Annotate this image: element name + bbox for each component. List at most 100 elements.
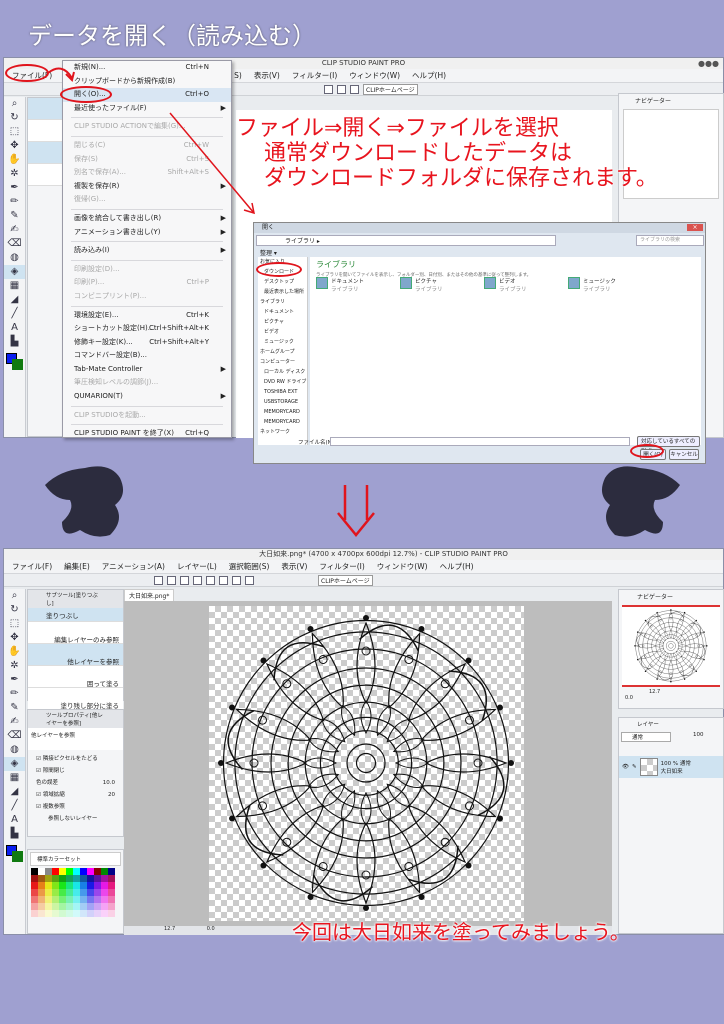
menu-item[interactable]: 表示(V)	[281, 560, 307, 573]
subtool-item[interactable]: 塗りつぶし	[28, 608, 123, 622]
nav-item[interactable]: ドキュメント	[258, 307, 307, 317]
navigator-rotation[interactable]: 0.0	[619, 695, 723, 701]
follow-adjacent-checkbox[interactable]: ☑ 隣接ピクセルをたどる	[36, 753, 115, 765]
airbrush-tool-icon[interactable]: ✍	[4, 715, 25, 729]
library-item[interactable]: ピクチャ ライブラリ	[400, 277, 443, 293]
color-palette[interactable]	[31, 868, 123, 917]
nav-item[interactable]: ローカル ディスク	[258, 367, 307, 377]
color-swatch[interactable]	[31, 903, 38, 910]
color-swatch[interactable]	[73, 868, 80, 875]
color-swatch[interactable]	[108, 896, 115, 903]
subtool-item[interactable]: 他レイヤーを参照	[28, 644, 123, 666]
color-swatch[interactable]	[45, 882, 52, 889]
opacity-value[interactable]: 100	[693, 732, 704, 742]
color-swatch[interactable]	[45, 875, 52, 882]
menu-item[interactable]: 選択範囲(S)	[229, 560, 270, 573]
color-swatch[interactable]	[38, 903, 45, 910]
color-swatch[interactable]	[73, 889, 80, 896]
menu-item[interactable]: フィルター(I)	[319, 560, 364, 573]
color-swatch[interactable]	[38, 889, 45, 896]
color-swatch[interactable]	[108, 903, 115, 910]
menu-item[interactable]: レイヤー(L)	[177, 560, 217, 573]
canvas-rotation-value[interactable]: 0.0	[207, 926, 215, 932]
color-swatch[interactable]	[38, 875, 45, 882]
open-file-icon[interactable]	[167, 575, 176, 585]
blend-tool-icon[interactable]: ◍	[4, 743, 25, 757]
color-swatch[interactable]	[38, 896, 45, 903]
color-swatch[interactable]	[66, 910, 73, 917]
subtool-item[interactable]: 囲って塗る	[28, 666, 123, 688]
library-item[interactable]: ミュージック ライブラリ	[568, 277, 616, 293]
navigator-tab[interactable]: ナビゲーター	[619, 590, 723, 603]
select-tool-icon[interactable]: ⬚	[4, 617, 25, 631]
color-swatch[interactable]	[66, 903, 73, 910]
blend-mode-select[interactable]: 通常	[621, 732, 671, 742]
color-swatch[interactable]	[66, 889, 73, 896]
color-swatch[interactable]	[108, 868, 115, 875]
color-swatch[interactable]	[52, 882, 59, 889]
address-bar[interactable]: ライブラリ ▸	[256, 235, 556, 246]
color-swatch[interactable]	[59, 875, 66, 882]
nav-item[interactable]: TOSHIBA EXT	[258, 387, 307, 397]
color-swatch[interactable]	[73, 896, 80, 903]
color-swatch[interactable]	[94, 882, 101, 889]
nav-item[interactable]: ネットワーク	[258, 427, 307, 437]
color-swatch[interactable]	[108, 875, 115, 882]
color-swatch[interactable]	[66, 882, 73, 889]
color-swatch[interactable]	[59, 903, 66, 910]
color-swatch[interactable]	[52, 896, 59, 903]
color-swatch[interactable]	[45, 896, 52, 903]
color-swatch[interactable]	[87, 896, 94, 903]
color-swatch[interactable]	[38, 910, 45, 917]
color-swatch[interactable]	[87, 910, 94, 917]
color-swatch[interactable]	[59, 896, 66, 903]
sub-color-swatch[interactable]	[12, 851, 23, 862]
color-set-select[interactable]: 標準カラーセット	[30, 852, 121, 866]
color-swatch[interactable]	[101, 882, 108, 889]
filename-input[interactable]	[330, 437, 630, 446]
color-swatch[interactable]	[101, 875, 108, 882]
color-swatch[interactable]	[45, 889, 52, 896]
zoom-tool-icon[interactable]: ⌕	[4, 589, 25, 603]
color-swatch[interactable]	[38, 882, 45, 889]
color-swatch[interactable]	[66, 896, 73, 903]
menu-item[interactable]: アニメーション(A)	[102, 560, 165, 573]
search-input[interactable]: ライブラリの検索	[636, 235, 704, 246]
organize-button[interactable]: 整理 ▾	[260, 248, 277, 257]
color-swatch[interactable]	[108, 882, 115, 889]
subtool-item[interactable]: 塗り残し部分に塗る	[28, 688, 123, 710]
color-swatch[interactable]	[73, 882, 80, 889]
close-icon[interactable]: ×	[687, 224, 703, 231]
color-swatch[interactable]	[94, 889, 101, 896]
toolbar-button[interactable]	[245, 575, 254, 585]
color-swatch[interactable]	[66, 868, 73, 875]
color-swatch[interactable]	[52, 889, 59, 896]
color-swatch[interactable]	[59, 882, 66, 889]
cancel-button[interactable]: キャンセル	[669, 449, 699, 460]
color-swatch[interactable]	[31, 875, 38, 882]
hand-tool-icon[interactable]: ✋	[4, 645, 25, 659]
menu-item[interactable]: ファイル(F)	[12, 560, 52, 573]
color-swatch[interactable]	[80, 896, 87, 903]
color-swatch[interactable]	[101, 903, 108, 910]
color-swatch[interactable]	[101, 889, 108, 896]
redo-icon[interactable]	[206, 575, 215, 585]
expand-checkbox[interactable]: ☑ 領域拡縮 20	[36, 789, 115, 801]
nav-item[interactable]: 最近表示した場所	[258, 287, 307, 297]
balloon-tool-icon[interactable]: ▙	[4, 827, 25, 841]
save-icon[interactable]	[180, 575, 189, 585]
nav-item[interactable]: USBSTORAGE	[258, 397, 307, 407]
brush-tool-icon[interactable]: ✎	[4, 701, 25, 715]
nav-item[interactable]: ピクチャ	[258, 317, 307, 327]
color-swatch[interactable]	[94, 903, 101, 910]
color-swatch[interactable]	[80, 875, 87, 882]
color-swatch[interactable]	[87, 903, 94, 910]
color-swatch[interactable]	[31, 889, 38, 896]
fill-tool-icon[interactable]: ◈	[4, 757, 25, 771]
eraser-tool-icon[interactable]: ⌫	[4, 729, 25, 743]
color-swatch[interactable]	[52, 903, 59, 910]
undo-icon[interactable]	[193, 575, 202, 585]
color-swatch[interactable]	[101, 896, 108, 903]
color-swatch[interactable]	[94, 875, 101, 882]
line-tool-icon[interactable]: ╱	[4, 799, 25, 813]
